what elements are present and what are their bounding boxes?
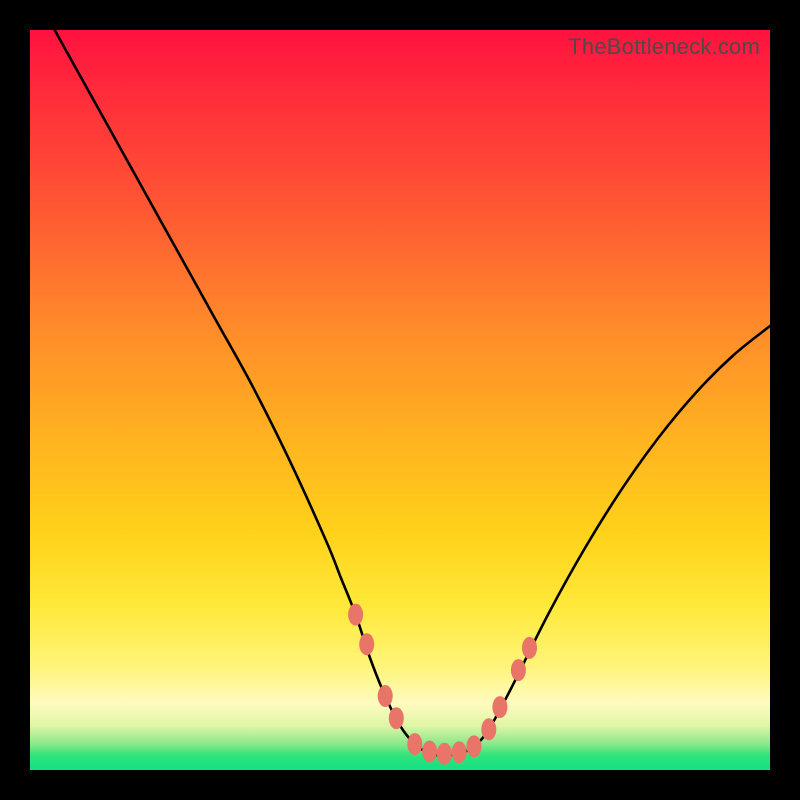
- bottleneck-curve: [30, 0, 770, 755]
- bottom-marker-2: [422, 741, 437, 763]
- left-marker-1: [348, 604, 363, 626]
- curve-layer: [30, 30, 770, 770]
- bottom-marker-1: [407, 733, 422, 755]
- plot-area: TheBottleneck.com: [30, 30, 770, 770]
- chart-frame: TheBottleneck.com: [0, 0, 800, 800]
- marker-group: [348, 604, 537, 765]
- left-marker-2: [359, 633, 374, 655]
- bottom-marker-5: [467, 735, 482, 757]
- right-marker-1: [481, 718, 496, 740]
- left-marker-3: [378, 685, 393, 707]
- right-marker-2: [492, 696, 507, 718]
- right-marker-3: [511, 659, 526, 681]
- right-marker-4: [522, 637, 537, 659]
- bottom-marker-3: [437, 743, 452, 765]
- left-marker-4: [389, 707, 404, 729]
- bottom-marker-4: [452, 741, 467, 763]
